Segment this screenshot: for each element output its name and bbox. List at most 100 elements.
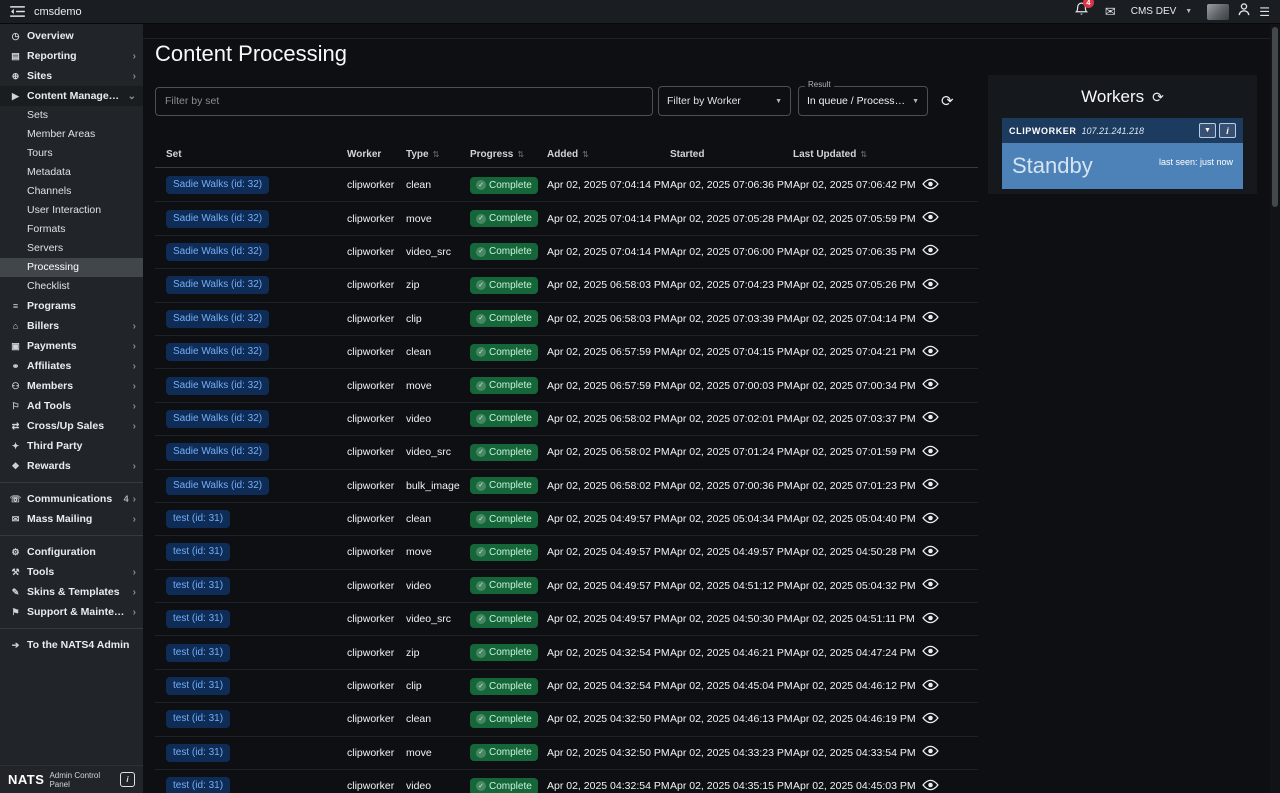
- set-link[interactable]: test (id: 31): [166, 644, 230, 662]
- sidebar-item-sites[interactable]: ⊕Sites›: [0, 66, 143, 86]
- view-details-button[interactable]: [922, 311, 939, 326]
- view-details-button[interactable]: [922, 745, 939, 760]
- set-link[interactable]: test (id: 31): [166, 744, 230, 762]
- sidebar-item-reporting[interactable]: ▤Reporting›: [0, 46, 143, 66]
- workers-refresh-icon[interactable]: ⟳: [1152, 90, 1164, 104]
- sidebar-item-configuration[interactable]: ⚙Configuration: [0, 542, 143, 562]
- set-link[interactable]: test (id: 31): [166, 777, 230, 793]
- view-details-button[interactable]: [922, 211, 939, 226]
- info-icon[interactable]: i: [120, 772, 135, 787]
- sidebar-item-rewards[interactable]: ❖Rewards›: [0, 456, 143, 476]
- page-scrollbar[interactable]: [1270, 24, 1280, 793]
- check-icon: ✓: [476, 381, 486, 391]
- table-row: test (id: 31)clipworkervideo✓CompleteApr…: [155, 770, 978, 793]
- view-details-button[interactable]: [922, 712, 939, 727]
- set-link[interactable]: Sadie Walks (id: 32): [166, 477, 269, 495]
- account-button[interactable]: [1238, 3, 1250, 21]
- view-details-button[interactable]: [922, 545, 939, 560]
- set-link[interactable]: Sadie Walks (id: 32): [166, 310, 269, 328]
- started-cell: Apr 02, 2025 05:04:34 PM: [670, 513, 793, 525]
- sidebar-item-content-management[interactable]: ▶Content Management⌄: [0, 86, 143, 106]
- actions-cell: [922, 311, 962, 326]
- set-link[interactable]: test (id: 31): [166, 677, 230, 695]
- avatar-image[interactable]: [1207, 4, 1229, 20]
- sidebar-item-members[interactable]: ⚇Members›: [0, 376, 143, 396]
- set-link[interactable]: Sadie Walks (id: 32): [166, 276, 269, 294]
- view-details-button[interactable]: [922, 445, 939, 460]
- sidebar-item-cross-up-sales[interactable]: ⇄Cross/Up Sales›: [0, 416, 143, 436]
- view-details-button[interactable]: [922, 645, 939, 660]
- environment-selector[interactable]: CMS DEV ▼: [1131, 6, 1193, 17]
- view-details-button[interactable]: [922, 278, 939, 293]
- view-details-button[interactable]: [922, 244, 939, 259]
- set-link[interactable]: Sadie Walks (id: 32): [166, 410, 269, 428]
- view-details-button[interactable]: [922, 378, 939, 393]
- started-cell: Apr 02, 2025 04:46:21 PM: [670, 647, 793, 659]
- sidebar-item-overview[interactable]: ◷Overview: [0, 26, 143, 46]
- set-link[interactable]: Sadie Walks (id: 32): [166, 210, 269, 228]
- chevron-right-icon: ›: [133, 381, 136, 392]
- sidebar-item-communications[interactable]: ☏Communications4›: [0, 489, 143, 509]
- set-link[interactable]: test (id: 31): [166, 543, 230, 561]
- set-link[interactable]: Sadie Walks (id: 32): [166, 443, 269, 461]
- refresh-icon[interactable]: ⟳: [941, 94, 954, 109]
- worker-filter-button[interactable]: ▼: [1199, 123, 1216, 138]
- sidebar-subitem-metadata[interactable]: Metadata: [0, 163, 143, 182]
- sidebar-subitem-member-areas[interactable]: Member Areas: [0, 125, 143, 144]
- menu-button[interactable]: ☰: [1259, 6, 1270, 18]
- sidebar-item-programs[interactable]: ≡Programs: [0, 296, 143, 316]
- sidebar-item-skins-templates[interactable]: ✎Skins & Templates›: [0, 582, 143, 602]
- view-details-button[interactable]: [922, 411, 939, 426]
- sidebar-subitem-processing[interactable]: Processing: [0, 258, 143, 277]
- result-select[interactable]: In queue / Processing, Pro... ▼: [798, 86, 928, 116]
- view-details-button[interactable]: [922, 512, 939, 527]
- notification-count-badge: 4: [1083, 0, 1094, 8]
- set-link[interactable]: Sadie Walks (id: 32): [166, 176, 269, 194]
- sidebar-item-mass-mailing[interactable]: ✉Mass Mailing›: [0, 509, 143, 529]
- sidebar-subitem-user-interaction[interactable]: User Interaction: [0, 201, 143, 220]
- set-link[interactable]: test (id: 31): [166, 510, 230, 528]
- sidebar-item-tools[interactable]: ⚒Tools›: [0, 562, 143, 582]
- set-link[interactable]: test (id: 31): [166, 710, 230, 728]
- chevron-right-icon: ›: [133, 71, 136, 82]
- sidebar-subitem-servers[interactable]: Servers: [0, 239, 143, 258]
- table-row: test (id: 31)clipworkermove✓CompleteApr …: [155, 737, 978, 770]
- view-details-button[interactable]: [922, 178, 939, 193]
- sidebar-subitem-tours[interactable]: Tours: [0, 144, 143, 163]
- sidebar-toggle-icon[interactable]: [10, 6, 25, 17]
- actions-cell: [922, 578, 962, 593]
- column-header-updated[interactable]: Last Updated⇅: [793, 149, 922, 160]
- view-details-button[interactable]: [922, 612, 939, 627]
- view-details-button[interactable]: [922, 679, 939, 694]
- sidebar-item-to-the-nats4-admin[interactable]: ➔To the NATS4 Admin: [0, 635, 143, 655]
- scrollbar-thumb[interactable]: [1272, 27, 1278, 207]
- sidebar-subitem-channels[interactable]: Channels: [0, 182, 143, 201]
- sidebar-item-third-party[interactable]: ✦Third Party: [0, 436, 143, 456]
- column-header-type[interactable]: Type⇅: [406, 149, 470, 160]
- set-link[interactable]: test (id: 31): [166, 610, 230, 628]
- column-header-added[interactable]: Added⇅: [547, 149, 670, 160]
- column-header-progress[interactable]: Progress⇅: [470, 149, 547, 160]
- view-details-button[interactable]: [922, 478, 939, 493]
- set-link[interactable]: test (id: 31): [166, 577, 230, 595]
- sidebar-subitem-checklist[interactable]: Checklist: [0, 277, 143, 296]
- sidebar-item-billers[interactable]: ⌂Billers›: [0, 316, 143, 336]
- filter-by-set-input[interactable]: [155, 87, 653, 116]
- type-cell: clean: [406, 713, 470, 725]
- sidebar-item-payments[interactable]: ▣Payments›: [0, 336, 143, 356]
- sidebar-item-ad-tools[interactable]: ⚐Ad Tools›: [0, 396, 143, 416]
- set-link[interactable]: Sadie Walks (id: 32): [166, 377, 269, 395]
- notifications-button[interactable]: 4: [1075, 2, 1088, 21]
- view-details-button[interactable]: [922, 578, 939, 593]
- sidebar-item-support-maintenance[interactable]: ⚑Support & Maintenance›: [0, 602, 143, 622]
- view-details-button[interactable]: [922, 345, 939, 360]
- sidebar-subitem-formats[interactable]: Formats: [0, 220, 143, 239]
- set-link[interactable]: Sadie Walks (id: 32): [166, 343, 269, 361]
- messages-button[interactable]: ✉: [1105, 5, 1116, 18]
- view-details-button[interactable]: [922, 779, 939, 793]
- set-link[interactable]: Sadie Walks (id: 32): [166, 243, 269, 261]
- filter-by-worker-select[interactable]: Filter by Worker ▼: [658, 86, 791, 116]
- sidebar-subitem-sets[interactable]: Sets: [0, 106, 143, 125]
- worker-info-button[interactable]: i: [1219, 123, 1236, 138]
- sidebar-item-affiliates[interactable]: ⚭Affiliates›: [0, 356, 143, 376]
